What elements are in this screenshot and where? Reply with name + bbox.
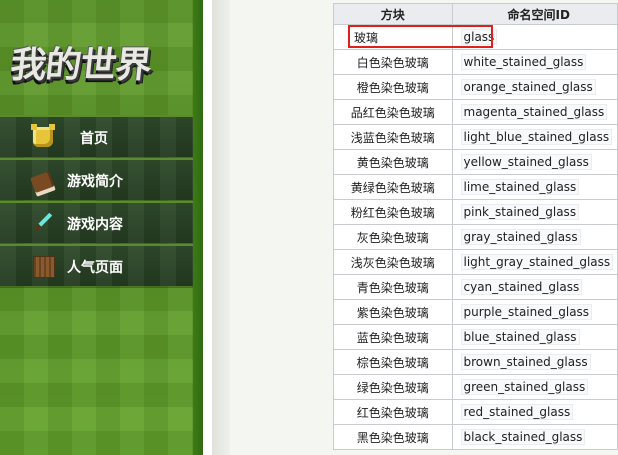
table-row: 红色染色玻璃 red_stained_glass [333,399,618,425]
block-name-cell: 黑色染色玻璃 [333,424,453,450]
table-row: 黑色染色玻璃 black_stained_glass [333,424,618,450]
table-row: 棕色染色玻璃 brown_stained_glass [333,349,618,375]
namespace-id-cell: pink_stained_glass [451,199,618,225]
table-row: 品红色染色玻璃 magenta_stained_glass [333,99,618,125]
namespace-id-code[interactable]: purple_stained_glass [460,304,593,320]
nav-item-label: 游戏简介 [67,174,123,190]
nav-item-home[interactable]: 首页 [0,115,193,157]
column-header-id: 命名空间ID [451,3,618,25]
block-name-cell: 浅蓝色染色玻璃 [333,124,453,150]
namespace-id-code[interactable]: yellow_stained_glass [460,154,592,170]
namespace-id-cell: orange_stained_glass [451,74,618,100]
namespace-id-cell: purple_stained_glass [451,299,618,325]
namespace-id-code[interactable]: pink_stained_glass [460,204,580,220]
namespace-id-cell: cyan_stained_glass [451,274,618,300]
block-name-cell: 绿色染色玻璃 [333,374,453,400]
block-name-cell: 灰色染色玻璃 [333,224,453,250]
table-row: 蓝色染色玻璃 blue_stained_glass [333,324,618,350]
crafting-table-icon [33,256,55,278]
table-row: 橙色染色玻璃 orange_stained_glass [333,74,618,100]
namespace-id-cell: blue_stained_glass [451,324,618,350]
namespace-id-code[interactable]: lime_stained_glass [460,179,580,195]
block-name-cell: 粉红色染色玻璃 [333,199,453,225]
block-name-cell: 黄色染色玻璃 [333,149,453,175]
block-name-cell: 白色染色玻璃 [333,49,453,75]
namespace-id-cell: white_stained_glass [451,49,618,75]
namespace-id-code[interactable]: white_stained_glass [460,54,587,70]
namespace-id-code[interactable]: red_stained_glass [460,404,574,420]
logo-text: 我的世界 [8,45,153,86]
block-name-cell: 浅灰色染色玻璃 [333,249,453,275]
block-name-cell: 蓝色染色玻璃 [333,324,453,350]
namespace-id-cell: black_stained_glass [451,424,618,450]
nav-item-game-content[interactable]: 游戏内容 [0,201,193,243]
namespace-id-cell: brown_stained_glass [451,349,618,375]
table-row: 黄色染色玻璃 yellow_stained_glass [333,149,618,175]
namespace-id-cell: gray_stained_glass [451,224,618,250]
nav-item-label: 游戏内容 [67,217,123,233]
table-row: 粉红色染色玻璃 pink_stained_glass [333,199,618,225]
namespace-id-cell: light_blue_stained_glass [451,124,618,150]
table-row: 紫色染色玻璃 purple_stained_glass [333,299,618,325]
divider [203,0,212,455]
namespace-id-code[interactable]: cyan_stained_glass [460,279,583,295]
sidebar-edge [193,0,203,455]
sidebar: 我的世界 首页 游戏简介 游戏内容 人气页面 [0,0,193,455]
table-row: 白色染色玻璃 white_stained_glass [333,49,618,75]
sword-icon [33,213,53,233]
namespace-id-cell: yellow_stained_glass [451,149,618,175]
table-row: 浅蓝色染色玻璃 light_blue_stained_glass [333,124,618,150]
table-row: 绿色染色玻璃 green_stained_glass [333,374,618,400]
namespace-id-code[interactable]: glass [460,29,498,45]
namespace-id-code[interactable]: light_gray_stained_glass [460,254,614,270]
content-shadow [212,0,230,455]
namespace-id-cell: red_stained_glass [451,399,618,425]
namespace-id-code[interactable]: brown_stained_glass [460,354,591,370]
nav-item-popular-pages[interactable]: 人气页面 [0,244,193,286]
namespace-id-cell: green_stained_glass [451,374,618,400]
block-name-cell: 黄绿色染色玻璃 [333,174,453,200]
table-row: 黄绿色染色玻璃 lime_stained_glass [333,174,618,200]
namespace-id-cell: light_gray_stained_glass [451,249,618,275]
table-row: 玻璃 glass [333,24,618,50]
site-logo[interactable]: 我的世界 [2,22,160,102]
block-name-cell: 青色染色玻璃 [333,274,453,300]
armor-icon [31,124,55,147]
column-header-block: 方块 [333,3,453,25]
nav-item-game-intro[interactable]: 游戏简介 [0,158,193,200]
namespace-id-code[interactable]: light_blue_stained_glass [460,129,613,145]
namespace-id-code[interactable]: gray_stained_glass [460,229,581,245]
block-name-cell: 橙色染色玻璃 [333,74,453,100]
nav-item-label: 人气页面 [67,260,123,276]
table-row: 灰色染色玻璃 gray_stained_glass [333,224,618,250]
namespace-id-cell: glass [451,24,618,50]
table-row: 青色染色玻璃 cyan_stained_glass [333,274,618,300]
table-header-row: 方块 命名空间ID [333,3,618,25]
block-name-cell: 紫色染色玻璃 [333,299,453,325]
namespace-id-code[interactable]: green_stained_glass [460,379,589,395]
book-icon [30,171,56,197]
glass-id-table: 方块 命名空间ID 玻璃 glass 白色染色玻璃 white_stained_gla… [333,3,618,450]
namespace-id-code[interactable]: blue_stained_glass [460,329,580,345]
namespace-id-cell: magenta_stained_glass [451,99,618,125]
namespace-id-cell: lime_stained_glass [451,174,618,200]
table-row: 浅灰色染色玻璃 light_gray_stained_glass [333,249,618,275]
block-name-cell: 红色染色玻璃 [333,399,453,425]
namespace-id-code[interactable]: black_stained_glass [460,429,586,445]
nav-item-label: 首页 [80,131,108,147]
namespace-id-code[interactable]: orange_stained_glass [460,79,596,95]
block-name-cell: 棕色染色玻璃 [333,349,453,375]
namespace-id-code[interactable]: magenta_stained_glass [460,104,608,120]
block-name-cell: 品红色染色玻璃 [333,99,453,125]
block-name-cell: 玻璃 [333,24,453,50]
